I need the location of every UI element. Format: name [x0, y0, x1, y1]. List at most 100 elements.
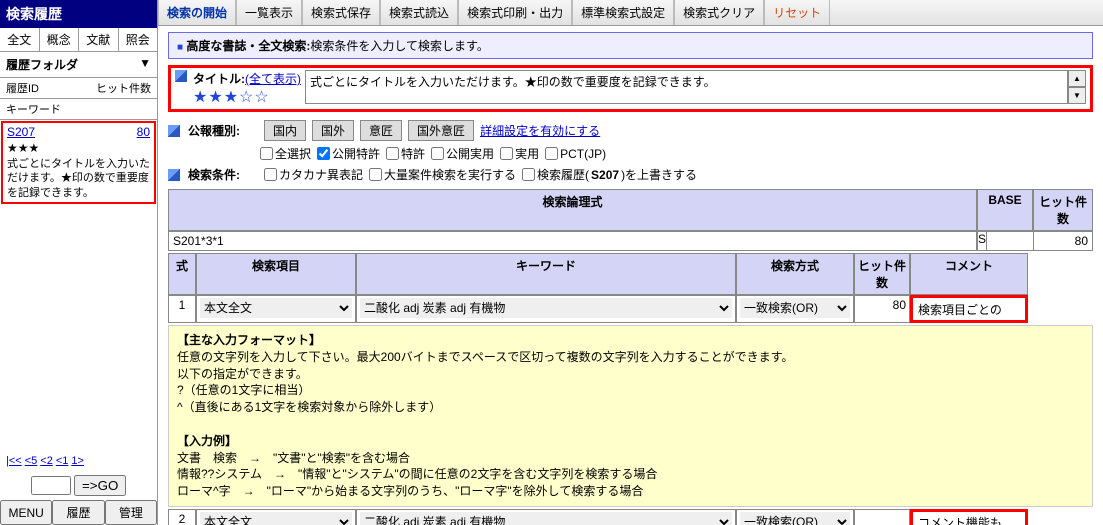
toolbar-print-expr[interactable]: 検索式印刷・出力 [458, 0, 572, 25]
col-keyword: キーワード [356, 253, 736, 295]
row-method[interactable]: 一致検索(OR) [736, 509, 854, 525]
hint-title1: 【主な入力フォーマット】 [177, 332, 1084, 349]
chk-bulk[interactable]: 大量案件検索を実行する [369, 166, 516, 183]
chk-overwrite-input[interactable] [522, 168, 535, 181]
pubtype-btn-domestic[interactable]: 国内 [264, 120, 306, 141]
toolbar: 検索の開始 一覧表示 検索式保存 検索式読込 検索式印刷・出力 標準検索式設定 … [158, 0, 1103, 26]
banner: ■ 高度な書誌・全文検索:検索条件を入力して検索します。 [168, 32, 1093, 59]
history-folder-row[interactable]: 履歴フォルダ ▼ [0, 52, 157, 78]
row-keyword-select[interactable]: 二酸化 adj 炭素 adj 有機物 [360, 512, 732, 525]
pager-go-button[interactable]: =>GO [74, 475, 126, 496]
table-row: 2 本文全文二酸化 adj 炭素 adj 有機物一致検索(OR) [168, 509, 1093, 525]
sidebar-bottom: MENU 履歴 管理 [0, 500, 157, 525]
row-keyword-select[interactable]: 二酸化 adj 炭素 adj 有機物 [360, 298, 732, 318]
history-entry-stars: ★★★ [3, 141, 154, 155]
pubtype-btn-foreign[interactable]: 国外 [312, 120, 354, 141]
row-keyword[interactable]: 二酸化 adj 炭素 adj 有機物 [356, 509, 736, 525]
chk-katakana[interactable]: カタカナ異表記 [264, 166, 363, 183]
logic-base-prefix: S [978, 232, 987, 250]
history-header-row: 履歴ID ヒット件数 [0, 78, 157, 99]
sidebar-tabs: 全文 概念 文献 照会 [0, 28, 157, 52]
title-spin-up[interactable]: ▲ [1068, 70, 1086, 87]
chk-kokai-jitsuyou-input[interactable] [431, 147, 444, 160]
toolbar-save-expr[interactable]: 検索式保存 [302, 0, 380, 25]
row-method-select[interactable]: 一致検索(OR) [740, 298, 850, 318]
title-show-all[interactable]: (全て表示) [245, 72, 301, 86]
chk-tokkyo-input[interactable] [386, 147, 399, 160]
pubtype-detail-link[interactable]: 詳細設定を有効にする [480, 122, 600, 139]
row-method-select[interactable]: 一致検索(OR) [740, 512, 850, 525]
row-item-select[interactable]: 本文全文 [200, 512, 352, 525]
toolbar-list-view[interactable]: 一覧表示 [236, 0, 302, 25]
history-entry-hits[interactable]: 80 [137, 125, 150, 139]
pager-first[interactable]: |<< [6, 455, 22, 467]
title-input[interactable] [305, 70, 1068, 104]
col-idx: 式 [168, 253, 196, 295]
logic-expr-input[interactable] [168, 231, 977, 251]
chk-kokai-tokkyo-input[interactable] [317, 147, 330, 160]
toolbar-start-search[interactable]: 検索の開始 [158, 0, 236, 25]
row-item-select[interactable]: 本文全文 [200, 298, 352, 318]
row-item[interactable]: 本文全文 [196, 295, 356, 323]
title-spin-down[interactable]: ▼ [1068, 87, 1086, 104]
row-idx: 2 [168, 509, 196, 525]
chevron-down-icon[interactable]: ▼ [139, 56, 151, 73]
sidebar: 検索履歴 全文 概念 文献 照会 履歴フォルダ ▼ 履歴ID ヒット件数 キーワ… [0, 0, 158, 525]
row-comment[interactable] [910, 509, 1028, 525]
square-icon: ■ [177, 42, 183, 53]
menu-button[interactable]: MENU [0, 500, 52, 525]
pager-back5[interactable]: <5 [25, 455, 38, 467]
chk-select-all[interactable]: 全選択 [260, 145, 311, 162]
cube-icon [168, 169, 180, 181]
chk-tokkyo[interactable]: 特許 [386, 145, 425, 162]
row-comment-input[interactable] [916, 300, 1022, 318]
banner-rest: 検索条件を入力して検索します。 [310, 39, 488, 53]
chk-select-all-input[interactable] [260, 147, 273, 160]
pager-back1[interactable]: <1 [56, 455, 69, 467]
row-comment[interactable] [910, 295, 1028, 323]
chk-jitsuyou[interactable]: 実用 [500, 145, 539, 162]
row-item[interactable]: 本文全文 [196, 509, 356, 525]
table-row: 1本文全文二酸化 adj 炭素 adj 有機物一致検索(OR)80 [168, 295, 1093, 323]
main-panel: 検索の開始 一覧表示 検索式保存 検索式読込 検索式印刷・出力 標準検索式設定 … [158, 0, 1103, 525]
sidebar-tab-inquiry[interactable]: 照会 [119, 28, 158, 51]
col-comment: コメント [910, 253, 1028, 295]
chk-overwrite[interactable]: 検索履歴(S207)を上書きする [522, 166, 697, 183]
history-entry-id[interactable]: S207 [7, 125, 35, 139]
row-method[interactable]: 一致検索(OR) [736, 295, 854, 323]
pager-fwd1[interactable]: 1> [71, 455, 84, 467]
sidebar-tab-doc[interactable]: 文献 [79, 28, 119, 51]
row-comment-input[interactable] [916, 514, 1022, 525]
chk-kokai-jitsuyou[interactable]: 公開実用 [431, 145, 494, 162]
pager-back2[interactable]: <2 [40, 455, 53, 467]
history-folder-label: 履歴フォルダ [6, 56, 78, 73]
title-label: タイトル: [193, 72, 245, 86]
history-button[interactable]: 履歴 [52, 500, 104, 525]
sidebar-tab-concept[interactable]: 概念 [40, 28, 80, 51]
history-keyword-header: キーワード [0, 99, 157, 120]
pubtype-btn-design[interactable]: 意匠 [360, 120, 402, 141]
chk-kokai-tokkyo[interactable]: 公開特許 [317, 145, 380, 162]
chk-katakana-input[interactable] [264, 168, 277, 181]
banner-bold: 高度な書誌・全文検索: [186, 39, 310, 53]
overwrite-id: S207 [591, 168, 619, 182]
chk-jitsuyou-input[interactable] [500, 147, 513, 160]
sidebar-tab-fulltext[interactable]: 全文 [0, 28, 40, 51]
title-rating[interactable]: ★★★☆☆ [193, 87, 301, 107]
toolbar-load-expr[interactable]: 検索式読込 [380, 0, 458, 25]
row-keyword[interactable]: 二酸化 adj 炭素 adj 有機物 [356, 295, 736, 323]
chk-bulk-input[interactable] [369, 168, 382, 181]
pubtype-btn-foreign-design[interactable]: 国外意匠 [408, 120, 474, 141]
pager: |<< <5 <2 <1 1> [0, 451, 157, 471]
chk-pct-jp-input[interactable] [545, 147, 558, 160]
col-item: 検索項目 [196, 253, 356, 295]
format-hint: 【主な入力フォーマット】任意の文字列を入力して下さい。最大200バイトまでスペー… [168, 325, 1093, 507]
manage-button[interactable]: 管理 [105, 500, 157, 525]
toolbar-clear-expr[interactable]: 検索式クリア [674, 0, 764, 25]
toolbar-reset[interactable]: リセット [764, 0, 830, 25]
col-hits: ヒット件数 [854, 253, 910, 295]
row-idx: 1 [168, 295, 196, 323]
pager-go-input[interactable] [31, 476, 71, 495]
toolbar-default-expr[interactable]: 標準検索式設定 [572, 0, 674, 25]
chk-pct-jp[interactable]: PCT(JP) [545, 147, 606, 161]
